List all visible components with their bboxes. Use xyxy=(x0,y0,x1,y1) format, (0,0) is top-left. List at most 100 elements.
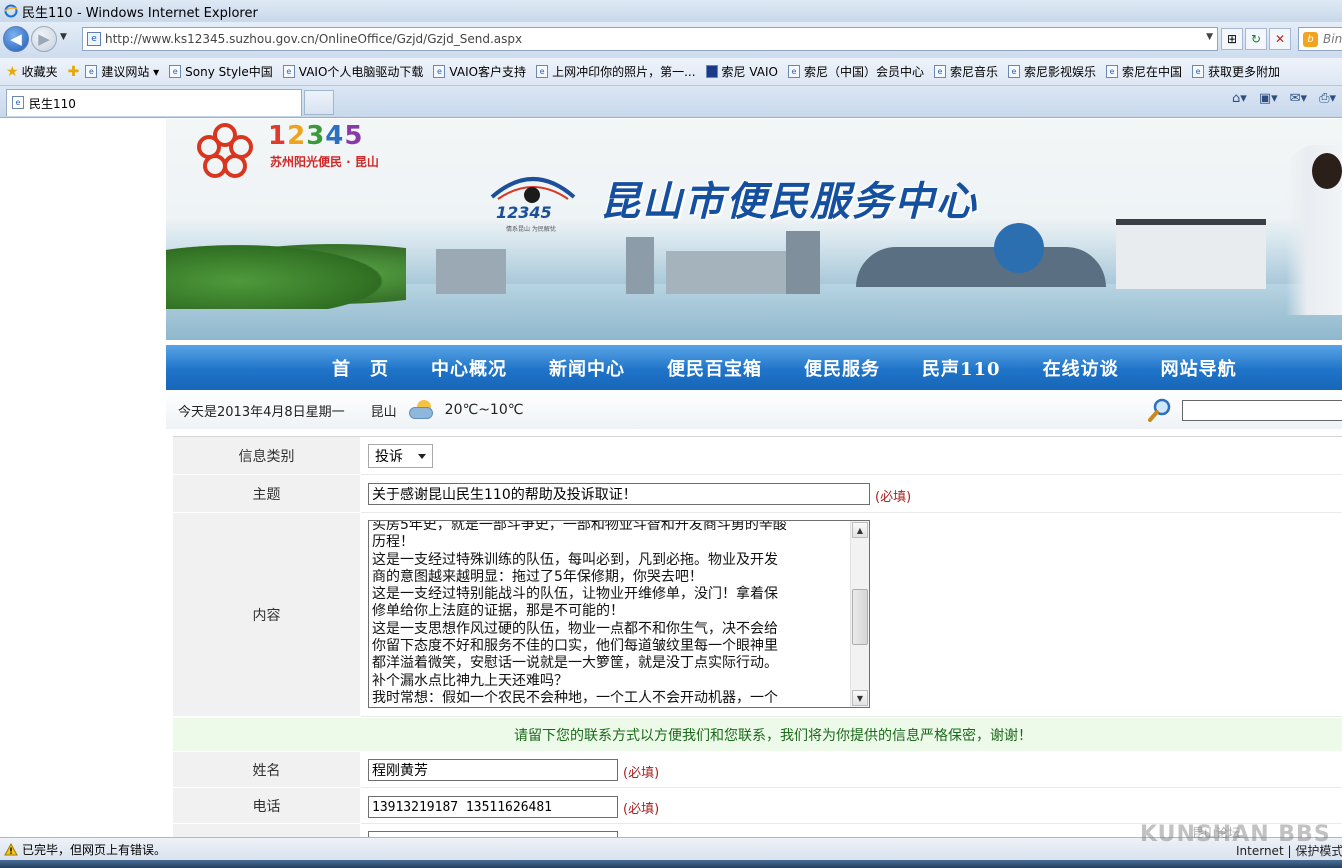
temperature: 20℃~10℃ xyxy=(444,402,524,418)
nav-center-overview[interactable]: 中心概况 xyxy=(431,355,507,381)
content-text: 买房5年史，就是一部斗争史，一部和物业斗智和开发商斗勇的辛酸 历程！ 这是一支经… xyxy=(372,520,848,707)
nav-online-interview[interactable]: 在线访谈 xyxy=(1043,355,1119,381)
page-icon: e xyxy=(1192,65,1205,78)
fav-link-label: VAIO客户支持 xyxy=(449,65,527,79)
logo-digit: 1 xyxy=(268,121,288,151)
next-label xyxy=(173,824,361,837)
fav-link[interactable]: e 索尼在中国 xyxy=(1106,63,1182,80)
fav-link[interactable]: e 索尼（中国）会员中心 xyxy=(787,63,924,80)
warning-icon[interactable] xyxy=(4,842,18,856)
nav-site-map[interactable]: 网站导航 xyxy=(1161,355,1237,381)
ie-icon xyxy=(4,4,18,18)
content-line: 都洋溢着微笑，安慰话一说就是一大箩筐，就是没丁点实际行动。 xyxy=(372,655,778,672)
home-icon[interactable]: ⌂▾ xyxy=(1232,91,1247,106)
print-icon[interactable]: ⎙▾ xyxy=(1319,91,1336,106)
fav-link-label: 索尼在中国 xyxy=(1122,65,1183,79)
banner-building xyxy=(786,231,820,294)
forward-button[interactable]: ▶ xyxy=(31,26,57,52)
tab-strip: e 民生110 ⌂▾ ▣▾ ✉▾ ⎙▾ xyxy=(0,86,1342,118)
address-url: http://www.ks12345.suzhou.gov.cn/OnlineO… xyxy=(105,32,523,46)
content-scrollbar[interactable]: ▲ ▼ xyxy=(850,521,869,707)
page-icon: e xyxy=(282,65,295,78)
content-line: 买房5年史，就是一部斗争史，一部和物业斗智和开发商斗勇的辛酸 xyxy=(372,520,787,533)
fav-link[interactable]: e 获取更多附加 xyxy=(1192,63,1280,80)
stop-button[interactable]: ✕ xyxy=(1269,28,1291,50)
category-value: 投诉 xyxy=(375,449,403,465)
fav-link[interactable]: e 索尼音乐 xyxy=(933,63,998,80)
site-title: 昆山市便民服务中心 xyxy=(600,178,978,225)
back-button[interactable]: ◀ xyxy=(3,26,29,52)
bing-icon: b xyxy=(1303,32,1318,47)
agent-head xyxy=(1312,153,1342,189)
fav-link[interactable]: 索尼 VAIO xyxy=(705,63,778,80)
site-search-input[interactable] xyxy=(1182,400,1342,421)
address-field[interactable]: e http://www.ks12345.suzhou.gov.cn/Onlin… xyxy=(82,27,1218,51)
date-text: 今天是2013年4月8日星期一 xyxy=(178,404,345,420)
compatibility-button[interactable]: ⊞ xyxy=(1221,28,1243,50)
favorites-label: 收藏夹 xyxy=(21,65,58,79)
name-value: 程刚黄芳 xyxy=(372,763,428,779)
status-text: 已完毕，但网页上有错误。 xyxy=(22,842,167,857)
info-bar: 今天是2013年4月8日星期一 昆山 20℃~10℃ xyxy=(166,391,1342,429)
logo-digit: 4 xyxy=(325,121,345,151)
nav-news-center[interactable]: 新闻中心 xyxy=(549,355,625,381)
city-name: 昆山 xyxy=(370,404,397,420)
row-subject: 主题 关于感谢昆山民生110的帮助及投诉取证！ (必填) xyxy=(173,475,1342,513)
row-category: 信息类别 投诉 xyxy=(173,437,1342,475)
scroll-up-icon[interactable]: ▲ xyxy=(852,522,868,538)
search-box[interactable]: b Bin xyxy=(1298,27,1342,51)
fav-link[interactable]: e VAIO客户支持 xyxy=(433,63,526,80)
emblem-number: 12345 xyxy=(496,203,552,222)
nav-minsheng110[interactable]: 民声110 xyxy=(922,355,1001,381)
scroll-thumb[interactable] xyxy=(852,589,868,645)
logo-digit: 3 xyxy=(306,121,326,151)
favorites-star-icon: ★ xyxy=(6,63,19,80)
tab-minsheng110[interactable]: e 民生110 xyxy=(6,89,302,116)
name-cell: 程刚黄芳 (必填) xyxy=(361,752,1342,788)
page-icon: e xyxy=(85,65,98,78)
refresh-icon: ↻ xyxy=(1250,32,1262,46)
page-icon: e xyxy=(12,96,24,109)
favorites-button[interactable]: ★ 收藏夹 xyxy=(6,63,58,80)
fav-link[interactable]: e 建议网站 ▾ xyxy=(85,63,159,80)
content-line: 补个漏水点比神九上天还难吗？ xyxy=(372,672,568,689)
search-placeholder: Bin xyxy=(1323,32,1342,46)
feeds-icon[interactable]: ▣▾ xyxy=(1259,91,1278,106)
fav-link-label: 索尼 VAIO xyxy=(721,65,778,79)
fav-link[interactable]: e VAIO个人电脑驱动下载 xyxy=(282,63,423,80)
address-dropdown-icon[interactable]: ▼ xyxy=(1206,32,1213,42)
fav-link[interactable]: e Sony Style中国 xyxy=(169,63,273,80)
add-favorite-icon[interactable]: ✚ xyxy=(68,64,80,80)
site-banner: 12345 苏州阳光便民 · 昆山 12345 情系昆山 为民解忧 昆山市便民服… xyxy=(166,119,1342,340)
page-icon: e xyxy=(1106,65,1119,78)
fav-link[interactable]: e 上网冲印你的照片，第一... xyxy=(536,63,696,80)
content-textarea[interactable]: 买房5年史，就是一部斗争史，一部和物业斗智和开发商斗勇的辛酸 历程！ 这是一支经… xyxy=(368,520,870,708)
cloud-shape xyxy=(408,407,433,419)
name-input[interactable]: 程刚黄芳 xyxy=(368,759,618,781)
site-container: 12345 苏州阳光便民 · 昆山 12345 情系昆山 为民解忧 昆山市便民服… xyxy=(166,119,1342,837)
search-icon[interactable] xyxy=(1148,398,1172,422)
nav-toolbox[interactable]: 便民百宝箱 xyxy=(667,355,762,381)
subject-label: 主题 xyxy=(173,475,361,513)
nav-services[interactable]: 便民服务 xyxy=(804,355,880,381)
phone-label: 电话 xyxy=(173,788,361,824)
fav-link[interactable]: e 索尼影视娱乐 xyxy=(1008,63,1096,80)
fav-link-label: 索尼影视娱乐 xyxy=(1024,65,1097,79)
refresh-button[interactable]: ↻ xyxy=(1245,28,1267,50)
banner-stadium xyxy=(856,247,1106,287)
phone-input[interactable]: 13913219187 13511626481 xyxy=(368,796,618,818)
page-icon: e xyxy=(787,65,800,78)
content-line: 商的意图越来越明显：拖过了5年保修期，你哭去吧！ xyxy=(372,568,703,585)
row-content: 内容 买房5年史，就是一部斗争史，一部和物业斗智和开发商斗勇的辛酸 历程！ 这是… xyxy=(173,513,1342,717)
row-name: 姓名 程刚黄芳 (必填) xyxy=(173,752,1342,788)
category-select[interactable]: 投诉 xyxy=(368,444,433,468)
forum-watermark-sub: 昆山论坛 xyxy=(1192,826,1241,840)
new-tab-button[interactable] xyxy=(304,90,334,115)
subject-input[interactable]: 关于感谢昆山民生110的帮助及投诉取证！ xyxy=(368,483,870,505)
mail-icon[interactable]: ✉▾ xyxy=(1290,91,1307,106)
page-icon: e xyxy=(433,65,446,78)
banner-trees xyxy=(166,239,406,309)
history-dropdown-icon[interactable]: ▼ xyxy=(60,32,67,42)
nav-home[interactable]: 首 页 xyxy=(332,355,389,381)
scroll-down-icon[interactable]: ▼ xyxy=(852,690,868,706)
